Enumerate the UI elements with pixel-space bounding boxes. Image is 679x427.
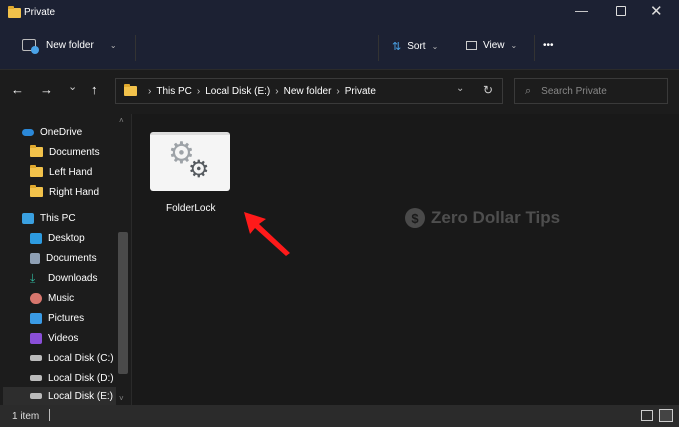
search-icon: ⌕: [525, 84, 532, 97]
file-name[interactable]: FolderLock: [166, 203, 215, 214]
sidebar-item-documents[interactable]: Documents: [30, 143, 100, 161]
command-bar: New folder ⌄ ⇅ Sort ⌄ View ⌄ •••: [0, 25, 679, 70]
divider: [378, 35, 379, 61]
folder-icon: [30, 145, 43, 157]
onedrive-icon: [22, 128, 34, 136]
sort-icon: ⇅: [392, 41, 402, 53]
view-button[interactable]: View ⌄: [466, 40, 517, 51]
folder-icon: [8, 6, 21, 18]
sidebar-item-local-disk-e[interactable]: Local Disk (E:): [30, 387, 113, 405]
gear-icon: ⚙: [188, 156, 210, 183]
drive-icon: [30, 393, 42, 399]
back-arrow-icon[interactable]: ←: [11, 82, 24, 97]
label: This PC: [40, 212, 76, 224]
new-folder-button[interactable]: New folder ⌄: [22, 39, 117, 54]
breadcrumb-this-pc[interactable]: This PC: [156, 86, 192, 97]
label: Music: [48, 292, 75, 304]
up-arrow-icon[interactable]: ↑: [91, 82, 98, 97]
pictures-icon: [30, 312, 42, 324]
large-icons-view-icon[interactable]: [659, 409, 673, 422]
label: Videos: [48, 332, 79, 344]
breadcrumb-new-folder[interactable]: New folder: [284, 86, 332, 97]
label: Downloads: [48, 272, 98, 284]
folder-icon: [30, 185, 43, 197]
drive-icon: [30, 355, 42, 361]
details-view-icon[interactable]: [641, 410, 653, 421]
breadcrumb-private[interactable]: Private: [345, 86, 376, 97]
item-count: 1 item: [12, 411, 40, 422]
scroll-down-icon[interactable]: ˅: [119, 394, 124, 403]
window-title: Private: [24, 7, 56, 18]
sidebar-item-pictures[interactable]: Pictures: [30, 309, 84, 327]
sidebar-item-onedrive[interactable]: OneDrive: [22, 123, 82, 141]
sidebar-item-local-disk-d[interactable]: Local Disk (D:): [30, 369, 114, 387]
desktop-icon: [30, 232, 42, 244]
label: Desktop: [48, 232, 85, 244]
watermark-text: Zero Dollar Tips: [431, 208, 561, 227]
sort-label: Sort: [407, 41, 426, 52]
label: Documents: [46, 252, 97, 264]
divider: [534, 35, 535, 61]
sidebar-item-downloads[interactable]: ⤓ Downloads: [30, 269, 97, 287]
search-input[interactable]: ⌕ Search Private: [514, 78, 668, 104]
music-icon: [30, 292, 42, 304]
address-bar[interactable]: › This PC › Local Disk (E:) › New folder › P…: [115, 78, 503, 104]
label: Local Disk (E:): [48, 390, 114, 402]
sidebar-item-videos[interactable]: Videos: [30, 329, 78, 347]
title-bar: Private — ✕: [0, 0, 679, 25]
recent-chevron-icon[interactable]: ⌄: [68, 80, 77, 93]
label: Right Hand: [49, 186, 100, 198]
videos-icon: [30, 332, 42, 344]
divider: [135, 35, 136, 61]
file-item-folderlock[interactable]: ⚙ ⚙: [150, 132, 230, 191]
monitor-icon: [22, 212, 34, 224]
label: OneDrive: [40, 126, 83, 138]
close-icon[interactable]: ✕: [650, 2, 663, 20]
annotation-arrow-icon: [244, 212, 290, 256]
view-icon: [466, 41, 477, 50]
download-icon: ⤓: [30, 270, 36, 285]
scrollbar-thumb[interactable]: [118, 232, 128, 374]
watermark: $ Zero Dollar Tips: [405, 208, 560, 228]
documents-icon: [30, 252, 40, 264]
sidebar-item-right-hand[interactable]: Right Hand: [30, 183, 99, 201]
new-folder-label: New folder: [46, 39, 94, 51]
maximize-icon[interactable]: [616, 6, 626, 16]
sidebar-item-documents-pc[interactable]: Documents: [30, 249, 97, 267]
refresh-icon[interactable]: ↻: [483, 83, 493, 97]
forward-arrow-icon[interactable]: →: [40, 82, 53, 97]
sort-button[interactable]: ⇅ Sort ⌄: [392, 40, 438, 53]
sidebar-item-this-pc[interactable]: This PC: [22, 209, 76, 227]
breadcrumb-local-disk-e[interactable]: Local Disk (E:): [205, 86, 270, 97]
label: Documents: [49, 146, 100, 158]
dollar-icon: $: [405, 208, 425, 228]
sidebar-item-left-hand[interactable]: Left Hand: [30, 163, 92, 181]
divider: [49, 409, 50, 421]
navigation-pane: OneDrive Documents Left Hand Right Hand …: [0, 114, 131, 405]
scroll-up-icon[interactable]: ˄: [119, 116, 124, 125]
label: Pictures: [48, 312, 85, 324]
chevron-down-icon[interactable]: ⌄: [110, 41, 117, 50]
sidebar-item-local-disk-c[interactable]: Local Disk (C:): [30, 349, 114, 367]
label: Local Disk (D:): [48, 372, 114, 384]
more-options-button[interactable]: •••: [543, 40, 554, 51]
minimize-icon[interactable]: —: [575, 3, 588, 18]
address-dropdown-icon[interactable]: ⌄: [456, 83, 464, 94]
label: Local Disk (C:): [48, 352, 114, 364]
status-bar: 1 item: [0, 405, 679, 427]
file-list: ⚙ ⚙ FolderLock $ Zero Dollar Tips: [131, 114, 679, 405]
new-folder-icon: [22, 39, 39, 54]
sidebar-item-music[interactable]: Music: [30, 289, 74, 307]
drive-icon: [30, 375, 42, 381]
address-row: ← → ⌄ ↑ › This PC › Local Disk (E:) › New f…: [0, 70, 679, 114]
folder-icon: [30, 165, 43, 177]
label: Left Hand: [49, 166, 93, 178]
search-placeholder: Search Private: [541, 85, 607, 97]
sidebar-item-desktop[interactable]: Desktop: [30, 229, 85, 247]
view-label: View: [483, 40, 505, 51]
folder-icon: [124, 84, 137, 96]
